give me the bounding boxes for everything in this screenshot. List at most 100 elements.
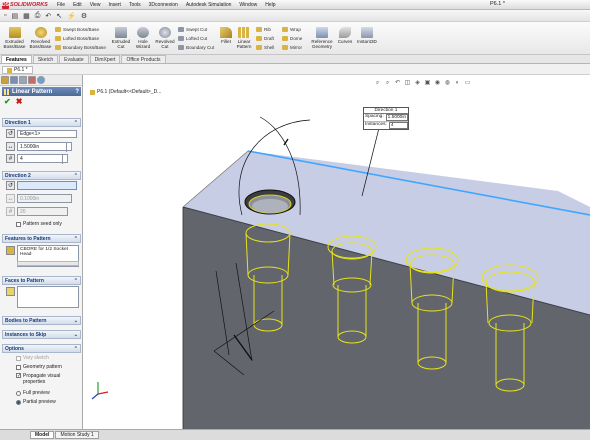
linear-pattern-button[interactable]: Linear Pattern (234, 27, 254, 49)
faces-to-pattern-label: Faces to Pattern (5, 277, 44, 284)
document-tab[interactable]: P6.1 * (2, 66, 33, 74)
direction1-instances-field[interactable]: 4 (17, 154, 68, 164)
full-preview-radio[interactable]: Full preview (16, 390, 50, 396)
menu-3dconnexion[interactable]: 3Dconnexion (149, 2, 178, 8)
shell-button[interactable]: Shell (256, 45, 274, 50)
reverse-direction-icon[interactable]: ↺ (6, 129, 15, 138)
lofted-cut-button[interactable]: Lofted Cut (178, 36, 207, 41)
tab-features[interactable]: Features (1, 55, 32, 63)
options-icon[interactable]: ⚙ (81, 12, 87, 20)
collapse-icon: ⌃ (73, 345, 78, 352)
revolved-cut-icon (159, 27, 171, 38)
direction2-group-header[interactable]: Direction 2 ⌃ (2, 171, 81, 180)
rebuild-icon[interactable]: ⚡ (67, 12, 76, 20)
dimxpert-manager-tab-icon[interactable] (28, 76, 36, 84)
property-manager-tab-icon[interactable] (10, 76, 18, 84)
revolved-boss-button[interactable]: Revolved Boss/Base (28, 27, 53, 49)
callout-spacing-row: Spacing: 1.5000in (364, 114, 409, 122)
hole-wizard-button[interactable]: Hole Wizard (133, 27, 153, 49)
features-list-scrollbar[interactable] (17, 261, 79, 266)
callout-instances-value[interactable]: 4 (388, 122, 408, 129)
bottom-tab-bar: Model Motion Study 1 (0, 429, 590, 440)
direction1-group-header[interactable]: Direction 1 ⌃ (2, 118, 81, 127)
feature-list-item[interactable]: CBORE for 1/2 Socket Head (20, 247, 78, 257)
direction2-instances-field[interactable]: 20 (17, 207, 68, 216)
tab-evaluate[interactable]: Evaluate (59, 55, 89, 63)
undo-icon[interactable]: ↶ (45, 12, 51, 20)
graphics-area[interactable]: ⌕ ⌕ ↶ ◫ ◈ ▣ ◉ ◍ ◐ ▭ P6.1 (Default<<Defau… (84, 75, 590, 429)
instant3d-button[interactable]: Instant3D (355, 27, 379, 44)
menu-autodesk-simulation[interactable]: Autodesk Simulation (186, 2, 232, 8)
new-icon[interactable]: ▫ (4, 12, 6, 19)
lofted-boss-button[interactable]: Lofted Boss/Base (55, 36, 99, 41)
seed-counterbore[interactable] (244, 189, 296, 215)
bodies-to-pattern-header[interactable]: Bodies to Pattern ⌄ (2, 316, 81, 325)
faces-to-pattern-list[interactable] (17, 286, 79, 308)
direction1-spacing-field[interactable]: 1.5000in (17, 142, 72, 152)
mirror-button[interactable]: Mirror (282, 45, 302, 50)
cancel-button[interactable]: ✖ (16, 97, 23, 106)
boundary-cut-button[interactable]: Boundary Cut (178, 45, 214, 50)
menu-window[interactable]: Window (239, 2, 257, 8)
propagate-visual-checkbox[interactable]: ✓ Propagate visual properties (16, 373, 78, 385)
pattern-seed-only-label: Pattern seed only (23, 221, 62, 227)
dome-button[interactable]: Dome (282, 36, 302, 41)
extruded-boss-button[interactable]: Extruded Boss/Base (2, 27, 27, 49)
ok-button[interactable]: ✔ (4, 97, 11, 106)
geometry-pattern-checkbox[interactable]: Geometry pattern (16, 364, 62, 370)
reference-geometry-label: Reference Geometry (311, 39, 333, 49)
extruded-cut-button[interactable]: Extruded Cut (110, 27, 132, 49)
configuration-manager-tab-icon[interactable] (19, 76, 27, 84)
menu-insert[interactable]: Insert (108, 2, 121, 8)
swept-boss-button[interactable]: Swept Boss/Base (55, 27, 99, 32)
reverse-direction2-icon[interactable]: ↺ (6, 181, 15, 190)
instances-to-skip-header[interactable]: Instances to Skip ⌄ (2, 330, 81, 339)
swept-cut-button[interactable]: Swept Cut (178, 27, 207, 32)
boundary-boss-button[interactable]: Boundary Boss/Base (55, 45, 106, 50)
vary-sketch-checkbox[interactable]: Vary sketch (16, 355, 49, 361)
print-icon[interactable]: ⎙ (35, 12, 41, 20)
direction2-spacing-field[interactable]: 0.1000in (17, 194, 72, 203)
menu-help[interactable]: Help (265, 2, 275, 8)
command-manager-ribbon: Extruded Boss/Base Revolved Boss/Base Sw… (0, 22, 590, 55)
menu-view[interactable]: View (90, 2, 101, 8)
features-to-pattern-header[interactable]: Features to Pattern ⌃ (2, 234, 81, 243)
dome-label: Dome (290, 36, 303, 41)
select-icon[interactable]: ↖ (56, 12, 62, 20)
fillet-button[interactable]: Fillet (219, 27, 233, 44)
model-view[interactable] (84, 75, 590, 429)
direction1-callout[interactable]: Direction 1 Spacing: 1.5000in Instances:… (363, 107, 409, 130)
tab-sketch[interactable]: Sketch (32, 55, 59, 63)
reference-geometry-button[interactable]: Reference Geometry (308, 27, 336, 49)
spacing-spinner[interactable] (66, 143, 71, 152)
callout-instances-label: Instances: (365, 122, 387, 127)
save-icon[interactable]: ▦ (23, 12, 30, 20)
tab-model[interactable]: Model (30, 431, 55, 439)
partial-preview-radio[interactable]: Partial preview (16, 399, 56, 405)
revolved-cut-button[interactable]: Revolved Cut (154, 27, 176, 49)
open-icon[interactable]: ▤ (11, 12, 18, 20)
features-to-pattern-label: Features to Pattern (5, 235, 51, 242)
wrap-button[interactable]: Wrap (282, 27, 301, 32)
feature-manager-tab-icon[interactable] (1, 76, 9, 84)
faces-to-pattern-header[interactable]: Faces to Pattern ⌃ (2, 276, 81, 285)
solidworks-logo[interactable]: DS SOLIDWORKS (2, 1, 48, 9)
options-header[interactable]: Options ⌃ (2, 344, 81, 353)
pattern-seed-only-checkbox[interactable]: Pattern seed only (16, 221, 62, 227)
menu-tools[interactable]: Tools (129, 2, 141, 8)
tab-dimxpert[interactable]: DimXpert (89, 55, 121, 63)
menu-edit[interactable]: Edit (73, 2, 82, 8)
instances-spinner[interactable] (62, 155, 67, 164)
menu-file[interactable]: File (57, 2, 65, 8)
tab-office-products[interactable]: Office Products (121, 55, 166, 63)
direction2-edge-field[interactable] (17, 181, 77, 190)
curves-button[interactable]: Curves (336, 27, 354, 44)
rib-button[interactable]: Rib (256, 27, 271, 32)
direction1-edge-field[interactable]: Edge<1> (17, 130, 77, 138)
tab-motion-study-1[interactable]: Motion Study 1 (55, 431, 99, 439)
help-icon[interactable]: ? (75, 89, 79, 95)
display-manager-tab-icon[interactable] (37, 76, 45, 84)
draft-button[interactable]: Draft (256, 36, 274, 41)
callout-spacing-value[interactable]: 1.5000in (385, 114, 409, 121)
instant3d-icon (361, 27, 373, 38)
